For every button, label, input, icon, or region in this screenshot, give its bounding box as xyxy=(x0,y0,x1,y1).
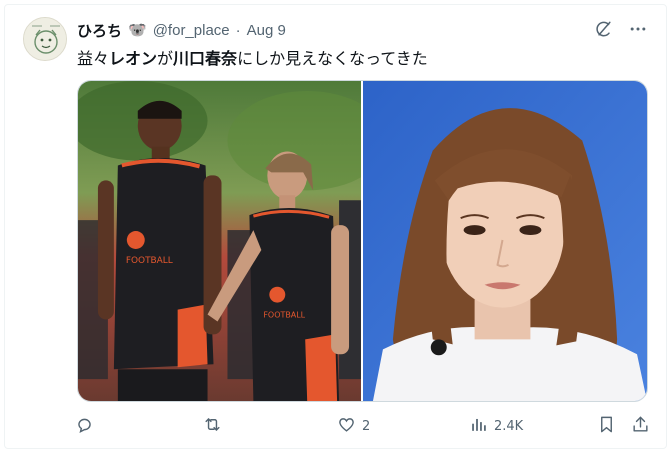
views-count: 2.4K xyxy=(494,419,524,434)
author-handle[interactable]: @for_place xyxy=(153,22,230,39)
tweet-media[interactable]: FOOTBALL FOOTBALL xyxy=(77,80,648,402)
bookmark-button[interactable] xyxy=(597,415,616,438)
tweet-header: ひろち 🐨 @for_place · Aug 9 xyxy=(77,19,286,41)
separator-dot: · xyxy=(235,21,241,39)
heart-icon xyxy=(337,415,356,438)
tweet-actions: 2 2.4K xyxy=(75,415,655,439)
author-name[interactable]: ひろち xyxy=(77,20,122,41)
tweet-text-part: 益々 xyxy=(77,49,110,68)
share-button[interactable] xyxy=(631,415,650,438)
like-button[interactable]: 2 xyxy=(337,415,370,438)
retweet-button[interactable] xyxy=(203,415,228,438)
tweet-text: 益々レオンが川口春奈にしか見えなくなってきた xyxy=(77,45,428,69)
tweet-card[interactable]: ひろち 🐨 @for_place · Aug 9 益々レオンが川口春奈にしか見え… xyxy=(4,4,667,449)
author-avatar[interactable] xyxy=(23,17,67,61)
reply-button[interactable] xyxy=(75,415,100,438)
more-icon[interactable] xyxy=(628,19,648,39)
views-chart-icon xyxy=(469,415,488,438)
photo-woman-portrait[interactable] xyxy=(363,81,647,401)
share-icon xyxy=(631,415,650,438)
svg-text:FOOTBALL: FOOTBALL xyxy=(126,256,173,266)
tweet-text-part-bold: 川口春奈 xyxy=(173,49,238,68)
koala-emoji-icon: 🐨 xyxy=(128,21,147,39)
bookmark-icon xyxy=(597,415,616,438)
views-button[interactable]: 2.4K xyxy=(469,415,523,438)
tweet-text-part: にしか見えなくなってきた xyxy=(237,49,428,68)
reply-icon xyxy=(75,415,94,438)
tweet-text-part-bold: レオン xyxy=(109,49,158,68)
svg-text:FOOTBALL: FOOTBALL xyxy=(263,311,305,320)
retweet-icon xyxy=(203,415,222,438)
grok-icon[interactable] xyxy=(594,19,614,39)
photo-football-players[interactable]: FOOTBALL FOOTBALL xyxy=(78,81,361,401)
like-count: 2 xyxy=(362,419,371,434)
tweet-date[interactable]: Aug 9 xyxy=(247,22,286,39)
tweet-text-part: が xyxy=(157,49,174,68)
